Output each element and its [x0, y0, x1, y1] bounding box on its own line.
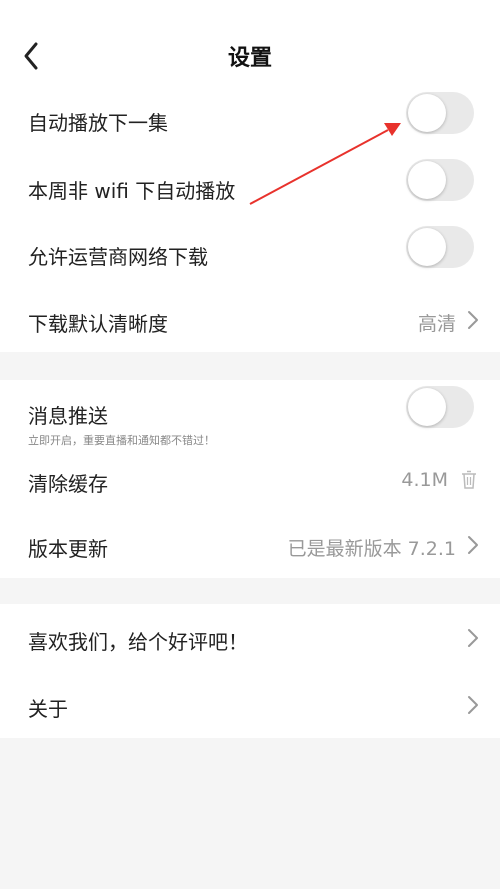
- autoplay-next-label: 自动播放下一集: [28, 111, 168, 135]
- push-notifications-label: 消息推送: [28, 404, 108, 428]
- chevron-right-icon: [468, 536, 478, 554]
- toggle-knob: [408, 388, 446, 426]
- page-title: 设置: [227, 46, 272, 71]
- about-row[interactable]: 关于: [0, 672, 500, 738]
- toggle-knob: [408, 228, 446, 266]
- cache-size-value: 4.1M: [401, 469, 448, 491]
- push-notifications-toggle[interactable]: [406, 386, 474, 428]
- allow-carrier-download-label: 允许运营商网络下载: [28, 245, 208, 269]
- chevron-right-icon: [468, 629, 478, 647]
- version-update-label: 版本更新: [28, 537, 108, 561]
- general-settings-section: 消息推送 立即开启，重要直播和通知都不错过！ 清除缓存 4.1M 版本更新 已是…: [0, 380, 500, 578]
- playback-settings-section: 自动播放下一集 本周非 wifi 下自动播放 允许运营商网络下载 下载默认清晰度…: [0, 92, 500, 352]
- autoplay-next-toggle[interactable]: [406, 92, 474, 134]
- chevron-right-icon: [468, 311, 478, 329]
- download-quality-row[interactable]: 下载默认清晰度 高清: [0, 288, 500, 352]
- about-section: 喜欢我们，给个好评吧！ 关于: [0, 604, 500, 738]
- header-bar: 设置: [0, 0, 500, 100]
- version-status-value: 已是最新版本 7.2.1: [287, 538, 456, 560]
- chevron-right-icon: [468, 696, 478, 714]
- weekly-non-wifi-autoplay-label: 本周非 wifi 下自动播放: [28, 179, 236, 203]
- weekly-non-wifi-autoplay-row: 本周非 wifi 下自动播放: [0, 156, 500, 222]
- trash-icon[interactable]: [460, 470, 478, 490]
- autoplay-next-row: 自动播放下一集: [0, 92, 500, 156]
- weekly-non-wifi-autoplay-toggle[interactable]: [406, 159, 474, 201]
- download-quality-label: 下载默认清晰度: [28, 312, 168, 336]
- rate-us-label: 喜欢我们，给个好评吧！: [28, 630, 248, 654]
- clear-cache-label: 清除缓存: [28, 472, 108, 496]
- version-update-row[interactable]: 版本更新 已是最新版本 7.2.1: [0, 512, 500, 578]
- toggle-knob: [408, 161, 446, 199]
- download-quality-value: 高清: [417, 313, 456, 335]
- toggle-knob: [408, 94, 446, 132]
- rate-us-row[interactable]: 喜欢我们，给个好评吧！: [0, 604, 500, 672]
- clear-cache-row[interactable]: 清除缓存 4.1M: [0, 448, 500, 512]
- push-notifications-row: 消息推送 立即开启，重要直播和通知都不错过！: [0, 380, 500, 448]
- allow-carrier-download-row: 允许运营商网络下载: [0, 222, 500, 288]
- push-notifications-sublabel: 立即开启，重要直播和通知都不错过！: [28, 434, 215, 447]
- about-label: 关于: [28, 697, 68, 721]
- allow-carrier-download-toggle[interactable]: [406, 226, 474, 268]
